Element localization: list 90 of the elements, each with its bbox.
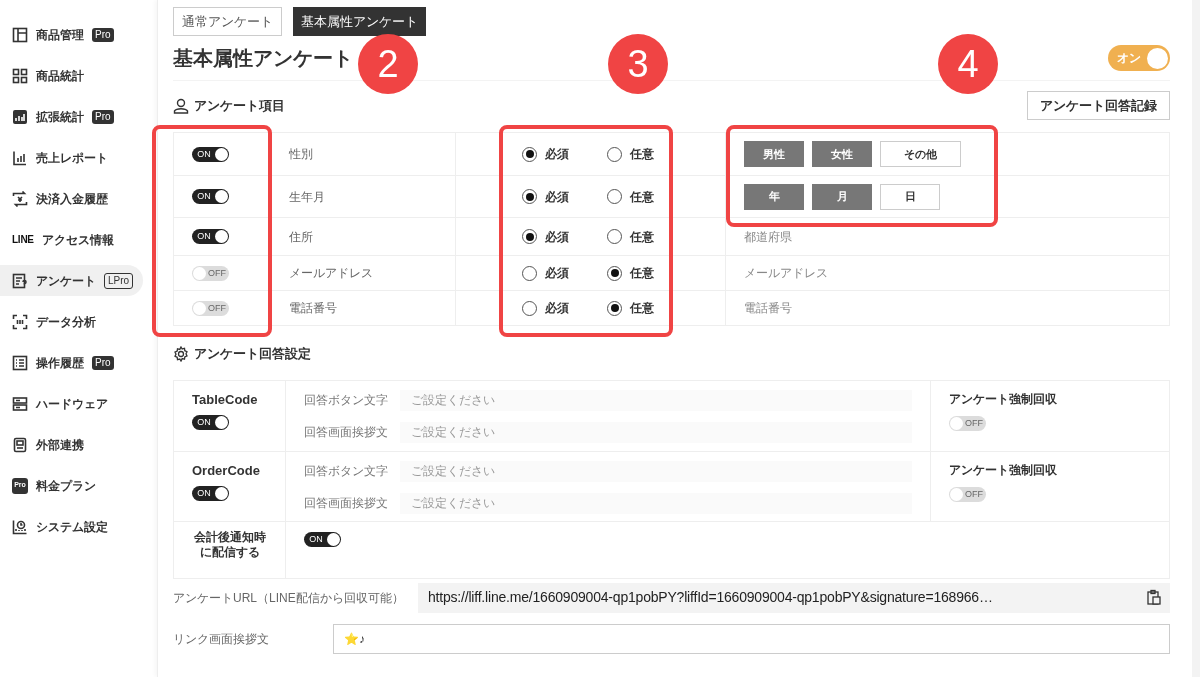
url-field[interactable]: https://liff.line.me/1660909004-qp1pobPY?liffId=1660909004-qp1pobPY&signature=168966… [418, 582, 1170, 613]
toggle-switch[interactable]: ON [192, 486, 229, 501]
choice-button[interactable]: 年 [744, 183, 804, 210]
sidebar-item[interactable]: 外部連携 [0, 429, 143, 460]
tablet-icon [12, 436, 28, 453]
item-detail: 都道府県 [744, 228, 792, 246]
greeting-label: リンク画面挨拶文 [173, 630, 270, 648]
choice-button[interactable]: その他 [880, 141, 961, 167]
person-icon [173, 97, 189, 114]
radio-label: 必須 [545, 300, 569, 317]
force-label: アンケート強制回収 [949, 461, 1058, 479]
scan-icon [12, 313, 28, 330]
choice-button[interactable]: 女性 [812, 141, 872, 167]
input-field[interactable]: ご設定ください [400, 389, 912, 411]
choice-button[interactable]: 日 [880, 183, 940, 210]
layout-icon [12, 26, 28, 43]
record-button[interactable]: アンケート回答記録 [1027, 91, 1170, 120]
toggle-switch[interactable]: ON [304, 531, 341, 547]
sidebar-item[interactable]: 商品統計 [0, 60, 143, 91]
sidebar-item[interactable]: 拡張統計 Pro [0, 101, 143, 132]
toggle-switch[interactable]: ON [192, 146, 229, 162]
survey-icon [12, 272, 28, 289]
input-field[interactable]: ご設定ください [400, 460, 912, 482]
tab[interactable]: 基本属性アンケート [293, 7, 426, 36]
report-icon [12, 149, 28, 166]
toggle-switch[interactable]: OFF [192, 265, 229, 281]
line-icon: LINE [12, 232, 34, 247]
list-icon [12, 354, 28, 371]
sidebar-item[interactable]: システム設定 [0, 511, 143, 542]
settings-icon [173, 345, 189, 362]
page-title: 基本属性アンケート [173, 46, 353, 71]
radio-label: 任意 [630, 188, 654, 206]
pro-badge: LPro [104, 272, 134, 289]
field-label: 回答画面挨拶文 [304, 424, 388, 441]
radio-label: 必須 [545, 188, 569, 206]
toggle-switch[interactable]: OFF [949, 486, 986, 502]
input-field[interactable]: ご設定ください [400, 421, 912, 443]
sidebar-item[interactable]: データ分析 [0, 306, 143, 337]
radio-label: 必須 [545, 228, 569, 246]
item-name: 生年月 [289, 188, 325, 206]
section-title: アンケート回答設定 [194, 345, 311, 363]
toggle-switch[interactable]: ON [192, 229, 229, 244]
choice-button[interactable]: 月 [812, 183, 872, 210]
sidebar-item[interactable]: ハードウェア [0, 388, 143, 419]
sidebar-item[interactable]: 決済入金履歴 [0, 183, 143, 214]
sidebar-item[interactable]: 商品管理 Pro [0, 19, 143, 50]
pro-badge: Pro [92, 109, 114, 124]
section-title: アンケート項目 [194, 96, 285, 115]
toggle-switch[interactable]: ON [192, 189, 229, 204]
radio-label: 任意 [630, 228, 654, 246]
input-field[interactable]: ご設定ください [400, 492, 912, 514]
toggle-switch[interactable]: OFF [192, 300, 229, 316]
radio-label: 任意 [630, 265, 654, 282]
item-name: メールアドレス [289, 265, 373, 282]
tab[interactable]: 通常アンケート [173, 7, 282, 36]
sidebar-item[interactable]: アンケート LPro [0, 265, 143, 296]
toggle-switch[interactable]: ON [192, 415, 229, 430]
url-label: アンケートURL（LINE配信から回収可能） [173, 589, 405, 607]
pro-badge: Pro [92, 27, 114, 42]
chart-icon [12, 108, 28, 125]
field-label: 回答ボタン文字 [304, 463, 388, 480]
transfer-icon [12, 190, 28, 207]
code-name: TableCode [192, 390, 259, 409]
radio-label: 必須 [545, 146, 569, 163]
grid-icon [12, 67, 28, 84]
callout-number: 3 [608, 34, 668, 94]
sidebar-item[interactable]: 操作履歴 Pro [0, 347, 143, 378]
radio-label: 任意 [630, 146, 654, 163]
callout-number: 2 [358, 34, 418, 94]
field-label: 回答画面挨拶文 [304, 495, 388, 512]
item-name: 住所 [289, 228, 313, 246]
callout-number: 4 [938, 34, 998, 94]
sidebar-item[interactable]: 売上レポート [0, 142, 143, 173]
force-label: アンケート強制回収 [949, 390, 1058, 408]
settings-icon [12, 518, 28, 535]
server-icon [12, 395, 28, 412]
item-name: 電話番号 [289, 300, 337, 317]
radio-label: 必須 [545, 265, 569, 282]
item-detail: 電話番号 [744, 300, 792, 317]
pro-badge: Pro [92, 355, 114, 370]
toggle-switch[interactable]: OFF [949, 415, 986, 431]
radio-label: 任意 [630, 300, 654, 317]
code-name: OrderCode [192, 461, 261, 480]
item-name: 性別 [289, 146, 313, 163]
notify-label: 会計後通知時に配信する [193, 529, 266, 561]
field-label: 回答ボタン文字 [304, 392, 388, 409]
clipboard-icon[interactable] [1146, 589, 1162, 606]
item-detail: メールアドレス [744, 265, 828, 282]
choice-button[interactable]: 男性 [744, 141, 804, 167]
sidebar-item[interactable]: LINE アクセス情報 [0, 224, 143, 255]
